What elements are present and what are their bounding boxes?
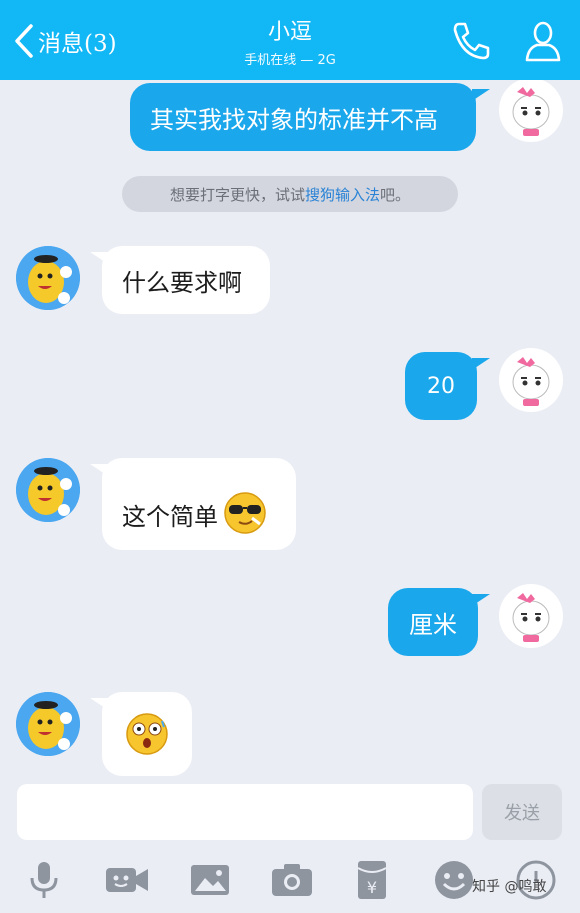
- camera-icon: [272, 864, 312, 896]
- shocked-emoji-icon: [126, 713, 168, 755]
- outgoing-bubble[interactable]: 20: [405, 352, 477, 420]
- phone-icon: [453, 22, 490, 60]
- red-packet-button[interactable]: ¥: [348, 856, 396, 904]
- girl-avatar-icon: [501, 586, 561, 646]
- image-icon: [191, 865, 229, 895]
- bubble-tail: [472, 89, 490, 101]
- incoming-bubble[interactable]: 什么要求啊: [102, 246, 270, 314]
- red-packet-icon: ¥: [357, 861, 387, 899]
- bubble-tail: [472, 594, 490, 606]
- message-list[interactable]: 其实我找对象的标准并不高 想要打字更快，试试 搜狗输入法 吧。 什么要求啊 20…: [0, 80, 580, 776]
- profile-button[interactable]: [520, 18, 566, 64]
- emoji-icon: [435, 861, 473, 899]
- voice-button[interactable]: [20, 856, 68, 904]
- contact-avatar[interactable]: [16, 246, 80, 310]
- my-avatar[interactable]: [499, 584, 563, 648]
- bubble-tail: [472, 358, 490, 370]
- message-input[interactable]: [17, 784, 473, 840]
- emoji-button[interactable]: [430, 856, 478, 904]
- doudou-avatar-icon: [16, 458, 80, 522]
- message-text: 厘米: [409, 610, 457, 639]
- message-text: 其实我找对象的标准并不高: [150, 105, 438, 134]
- outgoing-bubble[interactable]: 其实我找对象的标准并不高: [130, 83, 476, 151]
- contact-avatar[interactable]: [16, 458, 80, 522]
- tip-text: 想要打字更快，试试: [169, 185, 305, 204]
- girl-avatar-icon: [501, 350, 561, 410]
- doudou-avatar-icon: [16, 246, 80, 310]
- contact-avatar[interactable]: [16, 692, 80, 756]
- message-text: 20: [427, 373, 455, 399]
- girl-avatar-icon: [501, 80, 561, 140]
- video-button[interactable]: [103, 856, 151, 904]
- tip-text-end: 吧。: [380, 185, 411, 204]
- svg-text:¥: ¥: [367, 878, 377, 897]
- call-button[interactable]: [448, 18, 494, 64]
- send-button[interactable]: 发送: [482, 784, 562, 840]
- image-button[interactable]: [186, 856, 234, 904]
- incoming-bubble[interactable]: [102, 692, 192, 776]
- outgoing-bubble[interactable]: 厘米: [388, 588, 478, 656]
- doudou-avatar-icon: [16, 692, 80, 756]
- incoming-bubble[interactable]: 这个简单: [102, 458, 296, 550]
- system-tip: 想要打字更快，试试 搜狗输入法 吧。: [122, 176, 458, 212]
- watermark: 知乎 @鸣敢: [472, 879, 547, 895]
- tip-link[interactable]: 搜狗输入法: [305, 184, 380, 205]
- mic-icon: [30, 862, 58, 898]
- camera-button[interactable]: [268, 856, 316, 904]
- my-avatar[interactable]: [499, 80, 563, 142]
- person-icon: [525, 21, 561, 62]
- video-icon: [106, 868, 148, 892]
- cool-sunglasses-emoji-icon: [224, 492, 266, 534]
- chat-header: 消息(3) 小逗 手机在线 — 2G: [0, 0, 580, 80]
- message-text: 什么要求啊: [122, 268, 242, 297]
- my-avatar[interactable]: [499, 348, 563, 412]
- message-text: 这个简单: [122, 503, 218, 531]
